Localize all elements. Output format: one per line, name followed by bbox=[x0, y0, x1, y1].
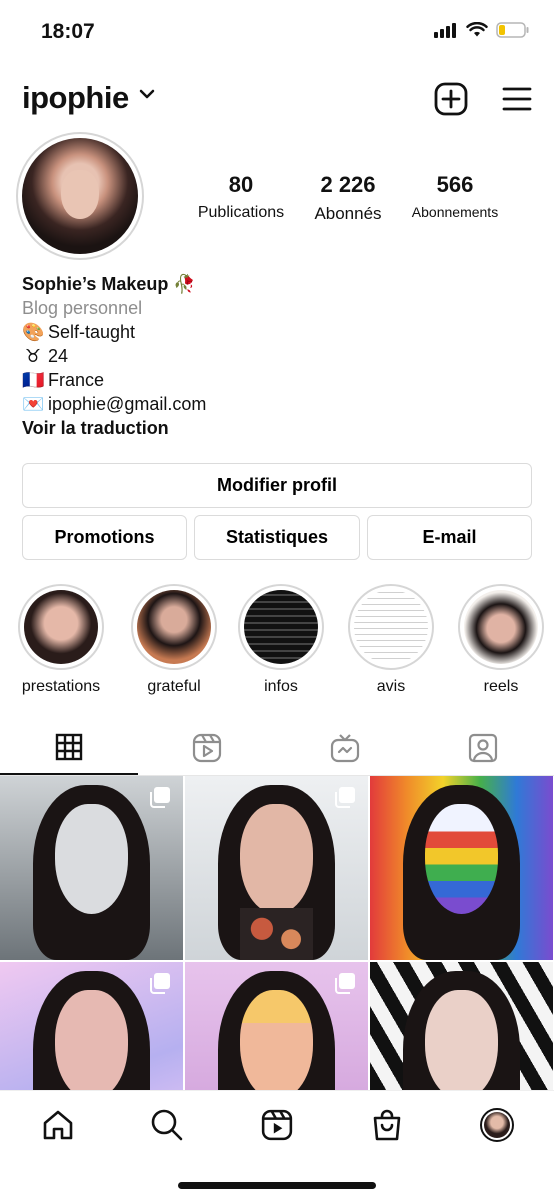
profile-bio: Sophie’s Makeup 🥀 Blog personnel 🎨 Self-t… bbox=[22, 272, 206, 440]
nav-home[interactable] bbox=[38, 1105, 78, 1145]
taurus-icon: ♉ bbox=[24, 346, 42, 366]
grid-icon bbox=[55, 733, 83, 760]
profile-avatar bbox=[480, 1108, 514, 1142]
post-face bbox=[424, 989, 499, 1100]
stat-following-label: Abonnements bbox=[411, 204, 499, 220]
stat-followers-label: Abonnés bbox=[314, 204, 382, 223]
highlight-ring bbox=[348, 584, 434, 670]
stat-posts[interactable]: 80 Publications bbox=[192, 172, 290, 222]
post-face bbox=[239, 989, 314, 1100]
insights-button[interactable]: Statistiques bbox=[194, 515, 360, 560]
stat-followers-value: 2 226 bbox=[320, 172, 376, 197]
edit-profile-button[interactable]: Modifier profil bbox=[22, 463, 532, 508]
palette-icon: 🎨 bbox=[22, 322, 45, 342]
france-flag-icon: 🇫🇷 bbox=[22, 370, 45, 390]
battery-icon bbox=[496, 22, 529, 38]
highlight-ring bbox=[458, 584, 544, 670]
shop-icon bbox=[373, 1109, 401, 1141]
profile-avatar bbox=[22, 138, 138, 254]
bio-line: 🇫🇷 France bbox=[22, 368, 206, 392]
profile-header: ipophie bbox=[0, 76, 554, 124]
nav-profile[interactable] bbox=[477, 1105, 517, 1145]
stat-posts-value: 80 bbox=[228, 172, 254, 197]
menu-icon[interactable] bbox=[500, 82, 534, 116]
post-clothing bbox=[239, 908, 314, 960]
highlight-label: avis bbox=[376, 678, 406, 695]
email-button[interactable]: E-mail bbox=[367, 515, 532, 560]
profile-avatar-ring[interactable] bbox=[16, 132, 144, 260]
nav-shop[interactable] bbox=[367, 1105, 407, 1145]
status-icons bbox=[434, 22, 530, 38]
highlight-cover bbox=[464, 590, 538, 664]
tab-tagged[interactable] bbox=[414, 720, 552, 775]
highlight-prestations[interactable]: prestations bbox=[17, 584, 105, 696]
highlight-cover bbox=[244, 590, 318, 664]
highlight-avis[interactable]: avis bbox=[347, 584, 435, 696]
tab-igtv[interactable] bbox=[276, 720, 414, 775]
love-letter-icon: 💌 bbox=[22, 394, 45, 414]
carousel-icon bbox=[150, 787, 170, 808]
highlight-infos[interactable]: infos bbox=[237, 584, 325, 696]
highlight-label: prestations bbox=[21, 678, 101, 695]
chevron-down-icon[interactable] bbox=[139, 88, 155, 100]
promotions-button[interactable]: Promotions bbox=[22, 515, 187, 560]
home-indicator bbox=[178, 1182, 376, 1189]
highlight-cover bbox=[24, 590, 98, 664]
post-face bbox=[239, 803, 314, 914]
home-icon bbox=[43, 1110, 73, 1140]
nav-search[interactable] bbox=[147, 1105, 187, 1145]
status-time: 18:07 bbox=[41, 20, 95, 43]
highlight-ring bbox=[131, 584, 217, 670]
post-thumbnail[interactable] bbox=[0, 776, 183, 960]
bio-line-text: Self-taught bbox=[48, 322, 136, 342]
bio-line: 💌 ipophie@gmail.com bbox=[22, 392, 206, 416]
post-face bbox=[54, 803, 129, 914]
profile-category: Blog personnel bbox=[22, 298, 143, 318]
stat-following[interactable]: 566 Abonnements bbox=[404, 172, 506, 220]
highlight-label: reels bbox=[483, 678, 519, 695]
nav-reels[interactable] bbox=[257, 1105, 297, 1145]
signal-icon bbox=[434, 23, 456, 38]
highlight-grateful[interactable]: grateful bbox=[130, 584, 218, 696]
status-bar: 18:07 bbox=[0, 0, 554, 64]
highlight-ring bbox=[18, 584, 104, 670]
wifi-icon bbox=[466, 22, 488, 37]
bio-line: ♉ 24 bbox=[22, 344, 206, 368]
post-thumbnail[interactable] bbox=[185, 776, 368, 960]
carousel-icon bbox=[335, 973, 355, 994]
post-face bbox=[424, 803, 499, 914]
post-thumbnail[interactable] bbox=[370, 776, 553, 960]
stat-followers[interactable]: 2 226 Abonnés bbox=[306, 172, 390, 224]
carousel-icon bbox=[335, 787, 355, 808]
highlight-cover bbox=[137, 590, 211, 664]
display-name: Sophie’s Makeup 🥀 bbox=[22, 274, 196, 294]
stat-posts-label: Publications bbox=[197, 204, 285, 221]
carousel-icon bbox=[150, 973, 170, 994]
search-icon bbox=[151, 1109, 183, 1141]
bio-email-text[interactable]: ipophie@gmail.com bbox=[48, 394, 206, 414]
post-face bbox=[54, 989, 129, 1100]
username[interactable]: ipophie bbox=[22, 80, 129, 116]
highlight-label: infos bbox=[264, 678, 298, 695]
see-translation-link[interactable]: Voir la traduction bbox=[22, 416, 206, 440]
tab-grid[interactable] bbox=[0, 720, 138, 775]
profile-tabs bbox=[0, 720, 554, 776]
highlight-ring bbox=[238, 584, 324, 670]
tab-reels[interactable] bbox=[138, 720, 276, 775]
highlight-reels[interactable]: reels bbox=[457, 584, 545, 696]
bio-line: 🎨 Self-taught bbox=[22, 320, 206, 344]
new-post-icon[interactable] bbox=[434, 82, 468, 116]
reels-icon bbox=[192, 733, 222, 762]
highlight-label: grateful bbox=[147, 678, 201, 695]
igtv-icon bbox=[330, 733, 360, 762]
tagged-icon bbox=[468, 733, 498, 762]
bio-line-text: France bbox=[48, 370, 105, 390]
bio-line-text: 24 bbox=[48, 346, 69, 366]
highlight-cover bbox=[354, 590, 428, 664]
reels-nav-icon bbox=[261, 1109, 293, 1141]
stat-following-value: 566 bbox=[436, 172, 474, 197]
